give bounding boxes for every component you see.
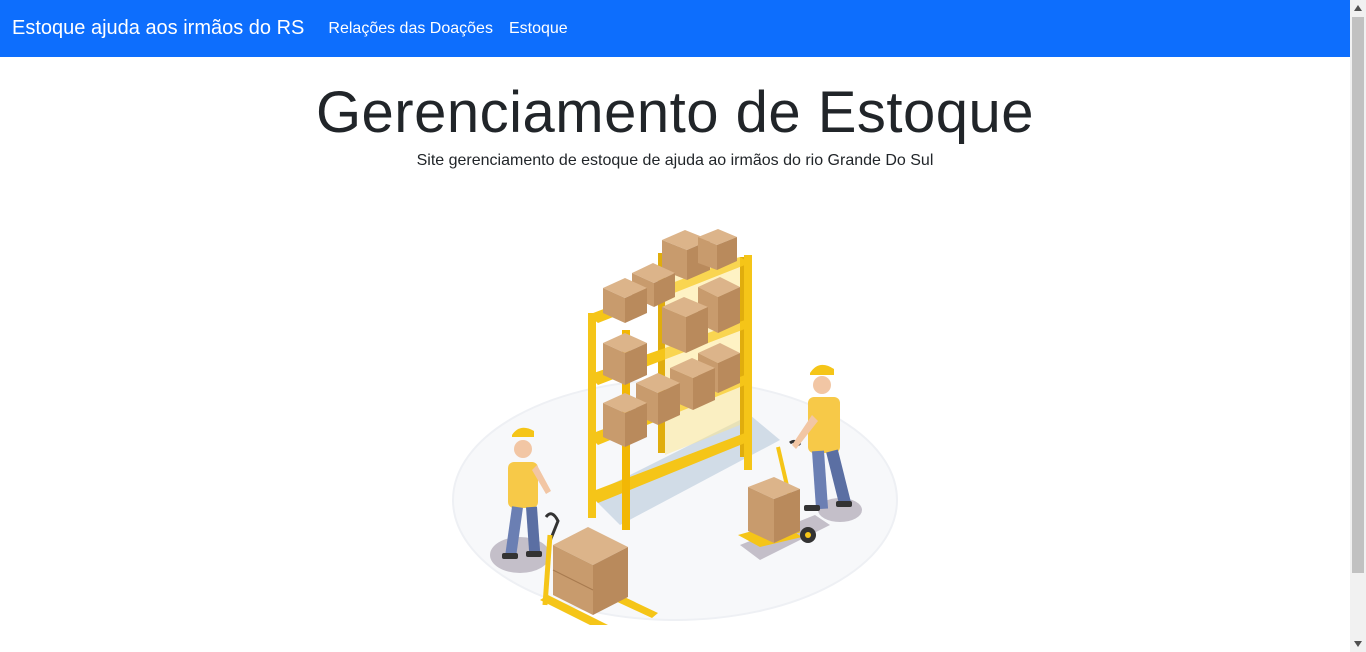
nav-link-relacoes-doacoes[interactable]: Relações das Doações (328, 20, 493, 38)
main-content: Gerenciamento de Estoque Site gerenciame… (0, 57, 1350, 652)
vertical-scrollbar[interactable] (1350, 0, 1366, 652)
page-title: Gerenciamento de Estoque (315, 80, 1035, 145)
page-subtitle: Site gerenciamento de estoque de ajuda a… (416, 152, 934, 169)
chevron-down-icon[interactable] (1350, 636, 1366, 652)
nav-link-estoque[interactable]: Estoque (509, 20, 568, 38)
scrollbar-thumb[interactable] (1352, 17, 1364, 573)
navbar-brand[interactable]: Estoque ajuda aos irmãos do RS (12, 17, 304, 40)
warehouse-illustration (452, 229, 898, 625)
navbar: Estoque ajuda aos irmãos do RS Relações … (0, 0, 1350, 57)
chevron-up-icon[interactable] (1350, 0, 1366, 16)
